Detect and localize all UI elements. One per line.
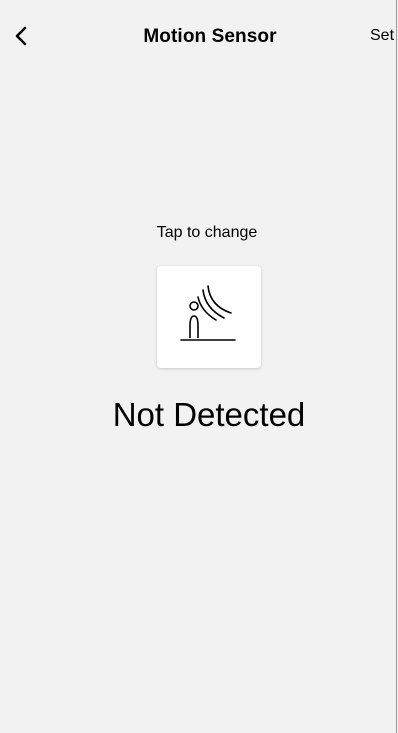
detection-status: Not Detected [112, 396, 306, 433]
motion-sensor-screen: Motion Sensor Set Tap to change Not Dete… [0, 0, 397, 733]
sensor-state-button[interactable] [157, 266, 261, 368]
motion-sensor-person-icon [180, 285, 236, 341]
page-title: Motion Sensor [143, 26, 277, 47]
tap-to-change-label: Tap to change [156, 224, 258, 241]
top-bar: Motion Sensor Set [0, 0, 397, 72]
set-button[interactable]: Set [370, 27, 394, 45]
